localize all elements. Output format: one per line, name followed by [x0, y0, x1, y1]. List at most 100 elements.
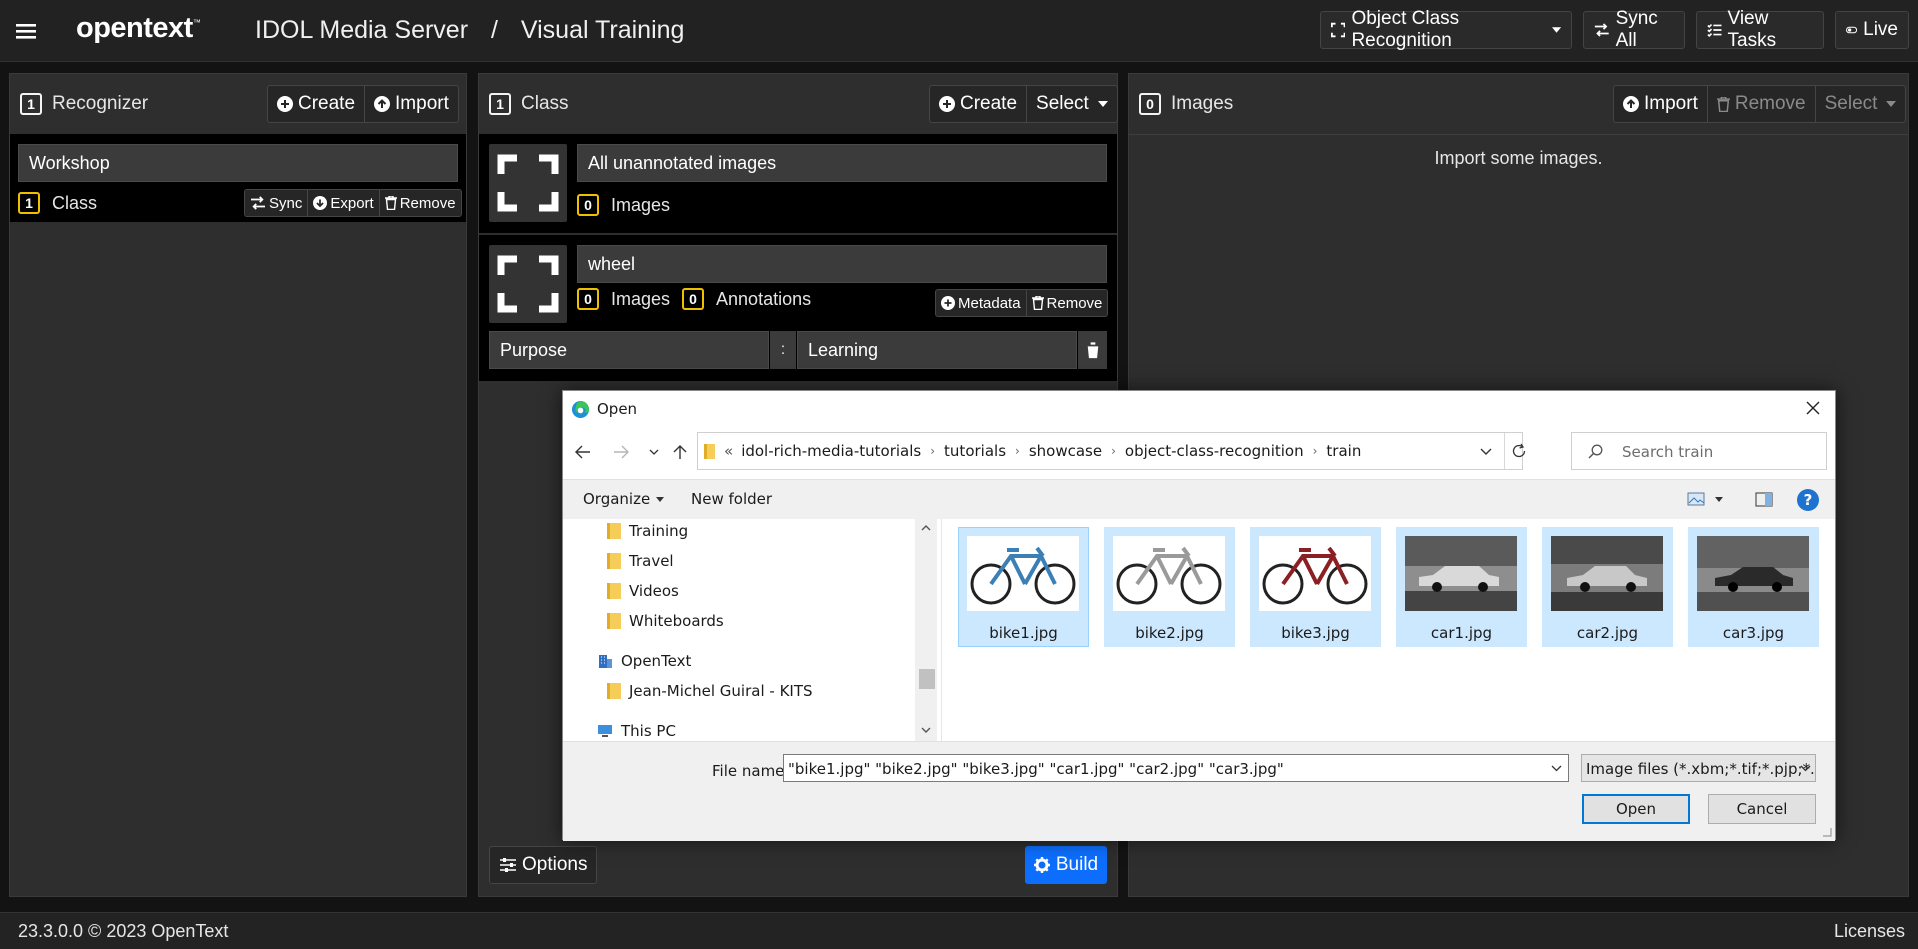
metadata-button[interactable]: Metadata: [936, 290, 1027, 316]
tree-item-label: Training: [629, 522, 689, 540]
recent-locations-chevron-icon[interactable]: [649, 449, 659, 455]
empty-message: Import some images.: [1434, 148, 1603, 168]
cancel-button[interactable]: Cancel: [1708, 794, 1816, 824]
tree-item[interactable]: Videos: [607, 582, 679, 600]
file-tile[interactable]: car3.jpg: [1688, 527, 1819, 647]
close-icon[interactable]: [1806, 401, 1820, 415]
help-icon[interactable]: ?: [1797, 489, 1819, 511]
sync-label: Sync: [269, 194, 303, 212]
open-button[interactable]: Open: [1582, 794, 1690, 824]
tree-item-label: Whiteboards: [629, 612, 724, 630]
file-tile[interactable]: bike3.jpg: [1250, 527, 1381, 647]
address-dropdown-icon[interactable]: [1480, 448, 1492, 455]
file-name-input[interactable]: "bike1.jpg" "bike2.jpg" "bike3.jpg" "car…: [783, 754, 1569, 782]
tree-item[interactable]: This PC: [597, 722, 676, 740]
address-bar[interactable]: « idol-rich-media-tutorials › tutorials …: [697, 432, 1526, 470]
caret-down-icon: [1551, 27, 1561, 33]
tree-item[interactable]: Travel: [607, 552, 674, 570]
task-list-icon: [1707, 23, 1722, 37]
scroll-down-icon[interactable]: [915, 725, 937, 737]
class-list-item[interactable]: wheel 0 Images 0 Annotations Metadata Re…: [479, 235, 1117, 381]
class-name-field[interactable]: All unannotated images: [577, 144, 1107, 182]
delete-metadata-button[interactable]: [1078, 331, 1107, 369]
tree-scrollbar[interactable]: [915, 519, 937, 741]
breadcrumb-item[interactable]: object-class-recognition: [1125, 442, 1304, 460]
refresh-icon[interactable]: [1511, 443, 1527, 459]
tree-item[interactable]: Jean-Michel Guiral - KITS: [607, 682, 813, 700]
class-thumbnail: [489, 144, 567, 222]
tree-item[interactable]: Training: [607, 522, 688, 540]
caret-down-icon: [656, 496, 665, 502]
scroll-up-icon[interactable]: [915, 521, 937, 533]
build-button[interactable]: Build: [1025, 846, 1107, 884]
preview-pane-icon[interactable]: [1755, 492, 1773, 507]
licenses-link[interactable]: Licenses: [1834, 921, 1905, 942]
view-tasks-button[interactable]: View Tasks: [1696, 8, 1824, 51]
chevron-down-icon[interactable]: [1551, 765, 1562, 772]
remove-label: Remove: [1046, 294, 1103, 312]
breadcrumb-item[interactable]: idol-rich-media-tutorials: [741, 442, 921, 460]
menu-icon[interactable]: [14, 19, 38, 43]
breadcrumb-item[interactable]: train: [1326, 442, 1361, 460]
import-images-button[interactable]: Import: [1614, 86, 1708, 122]
edge-browser-icon: [571, 400, 590, 419]
remove-images-button[interactable]: Remove: [1708, 86, 1816, 122]
class-name-field[interactable]: wheel: [577, 245, 1107, 283]
file-name: bike3.jpg: [1281, 624, 1350, 642]
live-toggle[interactable]: Live: [1835, 11, 1909, 49]
file-tile[interactable]: car1.jpg: [1396, 527, 1527, 647]
organize-menu[interactable]: Organize: [583, 490, 665, 508]
search-placeholder: Search train: [1622, 443, 1714, 461]
import-recognizer-button[interactable]: Import: [365, 86, 458, 122]
images-count-badge: 0: [1139, 93, 1161, 115]
metadata-key-field[interactable]: Purpose: [489, 331, 769, 369]
create-class-button[interactable]: Create: [930, 86, 1028, 122]
breadcrumb-item[interactable]: tutorials: [944, 442, 1006, 460]
new-folder-button[interactable]: New folder: [691, 490, 772, 508]
create-recognizer-button[interactable]: Create: [268, 86, 366, 122]
tree-item[interactable]: Whiteboards: [607, 612, 724, 630]
select-images-dropdown[interactable]: Select: [1816, 86, 1906, 122]
remove-class-button[interactable]: Remove: [1027, 290, 1108, 316]
upload-circle-icon: [1623, 96, 1639, 112]
section-name: Visual Training: [520, 16, 685, 44]
back-arrow-icon[interactable]: [575, 445, 591, 459]
file-tile[interactable]: car2.jpg: [1542, 527, 1673, 647]
image-thumbnail: [1259, 536, 1371, 611]
metadata-value-field[interactable]: Learning: [797, 331, 1077, 369]
breadcrumb-chevron-icon: ›: [930, 444, 936, 458]
plus-circle-icon: [939, 96, 955, 112]
resize-grip-icon[interactable]: [1821, 826, 1833, 838]
file-name: car1.jpg: [1430, 624, 1493, 642]
select-class-dropdown[interactable]: Select: [1027, 86, 1117, 122]
breadcrumb-overflow[interactable]: «: [724, 442, 733, 460]
sync-all-button[interactable]: Sync All: [1583, 8, 1685, 51]
file-type-select[interactable]: Image files (*.xbm;*.tif;*.pjp;*.ap: [1581, 754, 1816, 782]
recognizer-name-field[interactable]: Workshop: [18, 144, 458, 182]
search-box[interactable]: Search train: [1571, 432, 1827, 470]
navigation-tree: Training Travel Videos Whiteboards OpenT…: [563, 519, 941, 741]
sync-recognizer-button[interactable]: Sync: [245, 190, 309, 216]
file-name: bike2.jpg: [1135, 624, 1204, 642]
export-recognizer-button[interactable]: Export: [308, 190, 380, 216]
breadcrumb-chevron-icon: ›: [1015, 444, 1020, 458]
import-label: Import: [1644, 93, 1698, 114]
divider: [1129, 134, 1908, 135]
breadcrumb-item[interactable]: showcase: [1029, 442, 1102, 460]
tree-item[interactable]: OpenText: [597, 652, 691, 670]
mode-label: Object Class Recognition: [1351, 8, 1460, 51]
focus-corners-icon: [497, 255, 559, 313]
class-list-item[interactable]: All unannotated images 0 Images: [479, 134, 1117, 233]
file-tile[interactable]: bike2.jpg: [1104, 527, 1235, 647]
remove-recognizer-button[interactable]: Remove: [380, 190, 461, 216]
forward-arrow-icon[interactable]: [613, 445, 629, 459]
mode-dropdown[interactable]: Object Class Recognition: [1320, 8, 1572, 51]
recognizer-list-item[interactable]: Workshop 1 Class Sync Export Remove: [10, 134, 466, 222]
file-tile[interactable]: bike1.jpg: [958, 527, 1089, 647]
options-button[interactable]: Options: [490, 847, 596, 883]
view-options-button[interactable]: [1687, 491, 1723, 507]
up-arrow-icon[interactable]: [673, 444, 687, 460]
breadcrumb-chevron-icon: ›: [1312, 444, 1318, 458]
file-name: car3.jpg: [1722, 624, 1785, 642]
scrollbar-thumb[interactable]: [919, 669, 935, 689]
